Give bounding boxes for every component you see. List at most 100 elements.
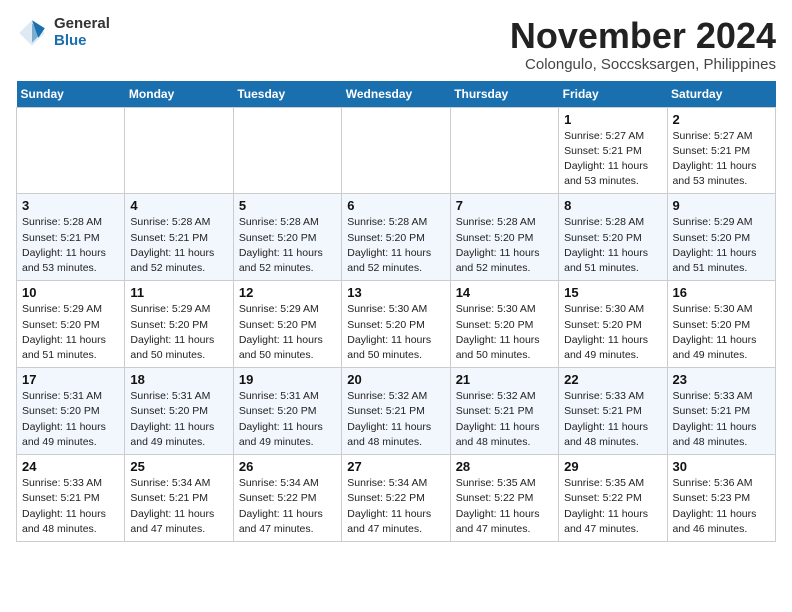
calendar-cell: 26Sunrise: 5:34 AM Sunset: 5:22 PM Dayli… <box>233 455 341 542</box>
calendar-cell: 2 Sunrise: 5:27 AM Sunset: 5:21 PM Daylig… <box>667 107 775 194</box>
calendar-week-row: 1Sunrise: 5:27 AM Sunset: 5:21 PM Daylig… <box>17 107 776 194</box>
calendar-cell: 6Sunrise: 5:28 AM Sunset: 5:20 PM Daylig… <box>342 194 450 281</box>
day-number: 12 <box>239 285 336 300</box>
day-number: 8 <box>564 198 661 213</box>
day-number: 5 <box>239 198 336 213</box>
day-info: Sunrise: 5:35 AM Sunset: 5:22 PM Dayligh… <box>564 476 661 537</box>
month-title: November 2024 <box>510 16 776 56</box>
day-info: Sunrise: 5:34 AM Sunset: 5:22 PM Dayligh… <box>239 476 336 537</box>
calendar-cell: 30 Sunrise: 5:36 AM Sunset: 5:23 PM Dayli… <box>667 455 775 542</box>
calendar-cell: 1Sunrise: 5:27 AM Sunset: 5:21 PM Daylig… <box>559 107 667 194</box>
location-text: Colongulo, Soccsksargen, Philippines <box>510 56 776 73</box>
calendar-cell: 17 Sunrise: 5:31 AM Sunset: 5:20 PM Dayli… <box>17 368 125 455</box>
calendar-cell <box>17 107 125 194</box>
calendar-table: SundayMondayTuesdayWednesdayThursdayFrid… <box>16 81 776 542</box>
day-number: 9 <box>673 198 770 213</box>
day-of-week-header: Tuesday <box>233 81 341 108</box>
day-info: Sunrise: 5:30 AM Sunset: 5:20 PM Dayligh… <box>564 302 661 363</box>
calendar-cell: 8 Sunrise: 5:28 AM Sunset: 5:20 PM Daylig… <box>559 194 667 281</box>
calendar-cell: 16 Sunrise: 5:30 AM Sunset: 5:20 PM Dayli… <box>667 281 775 368</box>
day-number: 7 <box>456 198 553 213</box>
day-number: 16 <box>673 285 770 300</box>
calendar-cell <box>233 107 341 194</box>
day-of-week-header: Wednesday <box>342 81 450 108</box>
calendar-week-row: 10 Sunrise: 5:29 AM Sunset: 5:20 PM Dayli… <box>17 281 776 368</box>
calendar-week-row: 24Sunrise: 5:33 AM Sunset: 5:21 PM Dayli… <box>17 455 776 542</box>
calendar-header-row: SundayMondayTuesdayWednesdayThursdayFrid… <box>17 81 776 108</box>
day-number: 29 <box>564 459 661 474</box>
day-info: Sunrise: 5:28 AM Sunset: 5:21 PM Dayligh… <box>22 215 119 276</box>
day-number: 10 <box>22 285 119 300</box>
day-number: 30 <box>673 459 770 474</box>
calendar-cell: 9 Sunrise: 5:29 AM Sunset: 5:20 PM Daylig… <box>667 194 775 281</box>
day-number: 19 <box>239 372 336 387</box>
day-info: Sunrise: 5:31 AM Sunset: 5:20 PM Dayligh… <box>130 389 227 450</box>
title-block: November 2024 Colongulo, Soccsksargen, P… <box>510 16 776 73</box>
day-number: 2 <box>673 112 770 127</box>
day-number: 22 <box>564 372 661 387</box>
day-info: Sunrise: 5:30 AM Sunset: 5:20 PM Dayligh… <box>347 302 444 363</box>
calendar-cell: 12 Sunrise: 5:29 AM Sunset: 5:20 PM Dayli… <box>233 281 341 368</box>
calendar-cell: 27 Sunrise: 5:34 AM Sunset: 5:22 PM Dayli… <box>342 455 450 542</box>
day-number: 24 <box>22 459 119 474</box>
calendar-cell: 13 Sunrise: 5:30 AM Sunset: 5:20 PM Dayli… <box>342 281 450 368</box>
calendar-cell: 3 Sunrise: 5:28 AM Sunset: 5:21 PM Daylig… <box>17 194 125 281</box>
calendar-cell: 21 Sunrise: 5:32 AM Sunset: 5:21 PM Dayli… <box>450 368 558 455</box>
calendar-cell: 20 Sunrise: 5:32 AM Sunset: 5:21 PM Dayli… <box>342 368 450 455</box>
day-number: 28 <box>456 459 553 474</box>
day-info: Sunrise: 5:27 AM Sunset: 5:21 PM Dayligh… <box>564 129 661 190</box>
calendar-cell <box>450 107 558 194</box>
day-number: 15 <box>564 285 661 300</box>
day-info: Sunrise: 5:27 AM Sunset: 5:21 PM Dayligh… <box>673 129 770 190</box>
day-number: 17 <box>22 372 119 387</box>
calendar-week-row: 3 Sunrise: 5:28 AM Sunset: 5:21 PM Daylig… <box>17 194 776 281</box>
calendar-cell <box>342 107 450 194</box>
day-number: 20 <box>347 372 444 387</box>
calendar-body: 1Sunrise: 5:27 AM Sunset: 5:21 PM Daylig… <box>17 107 776 541</box>
day-number: 13 <box>347 285 444 300</box>
calendar-cell <box>125 107 233 194</box>
day-info: Sunrise: 5:32 AM Sunset: 5:21 PM Dayligh… <box>456 389 553 450</box>
calendar-cell: 25Sunrise: 5:34 AM Sunset: 5:21 PM Dayli… <box>125 455 233 542</box>
logo: General Blue <box>16 16 110 49</box>
day-info: Sunrise: 5:32 AM Sunset: 5:21 PM Dayligh… <box>347 389 444 450</box>
day-info: Sunrise: 5:29 AM Sunset: 5:20 PM Dayligh… <box>22 302 119 363</box>
calendar-cell: 22 Sunrise: 5:33 AM Sunset: 5:21 PM Dayli… <box>559 368 667 455</box>
day-info: Sunrise: 5:35 AM Sunset: 5:22 PM Dayligh… <box>456 476 553 537</box>
day-info: Sunrise: 5:29 AM Sunset: 5:20 PM Dayligh… <box>239 302 336 363</box>
calendar-cell: 15 Sunrise: 5:30 AM Sunset: 5:20 PM Dayli… <box>559 281 667 368</box>
calendar-cell: 7Sunrise: 5:28 AM Sunset: 5:20 PM Daylig… <box>450 194 558 281</box>
day-number: 23 <box>673 372 770 387</box>
day-number: 3 <box>22 198 119 213</box>
day-info: Sunrise: 5:30 AM Sunset: 5:20 PM Dayligh… <box>673 302 770 363</box>
day-number: 4 <box>130 198 227 213</box>
day-info: Sunrise: 5:28 AM Sunset: 5:20 PM Dayligh… <box>347 215 444 276</box>
calendar-cell: 14Sunrise: 5:30 AM Sunset: 5:20 PM Dayli… <box>450 281 558 368</box>
day-info: Sunrise: 5:34 AM Sunset: 5:22 PM Dayligh… <box>347 476 444 537</box>
day-number: 11 <box>130 285 227 300</box>
day-number: 21 <box>456 372 553 387</box>
day-number: 27 <box>347 459 444 474</box>
calendar-cell: 11 Sunrise: 5:29 AM Sunset: 5:20 PM Dayli… <box>125 281 233 368</box>
day-info: Sunrise: 5:29 AM Sunset: 5:20 PM Dayligh… <box>673 215 770 276</box>
calendar-cell: 29 Sunrise: 5:35 AM Sunset: 5:22 PM Dayli… <box>559 455 667 542</box>
day-of-week-header: Saturday <box>667 81 775 108</box>
day-info: Sunrise: 5:31 AM Sunset: 5:20 PM Dayligh… <box>239 389 336 450</box>
calendar-cell: 23Sunrise: 5:33 AM Sunset: 5:21 PM Dayli… <box>667 368 775 455</box>
day-info: Sunrise: 5:29 AM Sunset: 5:20 PM Dayligh… <box>130 302 227 363</box>
day-info: Sunrise: 5:36 AM Sunset: 5:23 PM Dayligh… <box>673 476 770 537</box>
calendar-cell: 10 Sunrise: 5:29 AM Sunset: 5:20 PM Dayli… <box>17 281 125 368</box>
logo-text: General Blue <box>54 16 110 49</box>
logo-general-text: General <box>54 16 110 33</box>
day-info: Sunrise: 5:33 AM Sunset: 5:21 PM Dayligh… <box>564 389 661 450</box>
day-info: Sunrise: 5:34 AM Sunset: 5:21 PM Dayligh… <box>130 476 227 537</box>
day-info: Sunrise: 5:31 AM Sunset: 5:20 PM Dayligh… <box>22 389 119 450</box>
logo-icon <box>16 17 48 49</box>
day-of-week-header: Monday <box>125 81 233 108</box>
calendar-cell: 18 Sunrise: 5:31 AM Sunset: 5:20 PM Dayli… <box>125 368 233 455</box>
day-number: 18 <box>130 372 227 387</box>
calendar-cell: 24Sunrise: 5:33 AM Sunset: 5:21 PM Dayli… <box>17 455 125 542</box>
day-info: Sunrise: 5:30 AM Sunset: 5:20 PM Dayligh… <box>456 302 553 363</box>
day-info: Sunrise: 5:28 AM Sunset: 5:20 PM Dayligh… <box>564 215 661 276</box>
calendar-cell: 19 Sunrise: 5:31 AM Sunset: 5:20 PM Dayli… <box>233 368 341 455</box>
